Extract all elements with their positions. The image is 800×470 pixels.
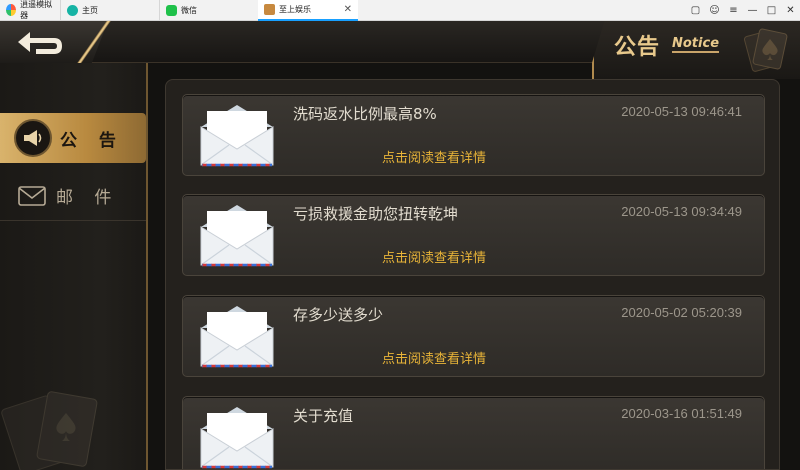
notice-title-en: Notice (672, 36, 720, 53)
read-details-link[interactable]: 点击阅读查看详情 (382, 147, 486, 166)
read-details-link[interactable]: 点击阅读查看详情 (382, 348, 486, 367)
announcement-timestamp: 2020-05-13 09:46:41 (621, 104, 742, 119)
tab-wechat[interactable]: 微信 (160, 0, 258, 21)
game-app-icon (264, 3, 275, 15)
announcement-item[interactable]: 亏损救援金助您扭转乾坤 2020-05-13 09:34:49 点击阅读查看详情 (182, 194, 765, 276)
account-icon[interactable]: ☺ (705, 0, 724, 21)
sidebar-item-mail[interactable]: 邮 件 (0, 171, 146, 221)
announcement-timestamp: 2020-03-16 01:51:49 (621, 406, 742, 421)
envelope-icon (200, 105, 274, 167)
emulator-titlebar: 逍遥模拟器 主页 微信 至上娱乐 ✕ ▢ ☺ ≡ — □ ✕ (0, 0, 800, 21)
sidebar-item-label: 公 告 (60, 130, 124, 151)
sidebar: 公 告 邮 件 (0, 63, 148, 470)
back-arrow-icon (18, 32, 62, 54)
notice-header-badge: 公告 Notice (592, 21, 800, 79)
tab-close-icon[interactable]: ✕ (344, 4, 352, 15)
sidebar-item-label: 邮 件 (56, 188, 120, 208)
envelope-icon (200, 205, 274, 267)
menu-icon[interactable]: ≡ (724, 0, 743, 21)
announcement-timestamp: 2020-05-13 09:34:49 (621, 204, 742, 219)
announcement-title: 洗码返水比例最高8% (293, 105, 437, 123)
home-icon (67, 4, 78, 16)
minimize-icon[interactable]: — (743, 0, 762, 21)
megaphone-icon (14, 119, 52, 157)
tab-game-label: 至上娱乐 (279, 4, 311, 14)
envelope-icon (18, 185, 46, 206)
announcement-title: 关于充值 (293, 407, 354, 425)
emulator-brand[interactable]: 逍遥模拟器 (0, 0, 60, 21)
playing-cards-decoration (1, 391, 98, 470)
wechat-icon (166, 4, 177, 16)
screenshot-icon[interactable]: ▢ (686, 0, 705, 21)
sidebar-item-announcement[interactable]: 公 告 (0, 113, 146, 163)
maximize-icon[interactable]: □ (762, 0, 781, 21)
notice-title-zh: 公告 (614, 35, 661, 60)
tab-game[interactable]: 至上娱乐 ✕ (258, 0, 358, 21)
announcement-title: 存多少送多少 (293, 306, 384, 324)
announcement-title: 亏损救援金助您扭转乾坤 (293, 205, 459, 223)
announcement-item[interactable]: 洗码返水比例最高8% 2020-05-13 09:46:41 点击阅读查看详情 (182, 94, 765, 176)
envelope-icon (200, 407, 274, 469)
close-window-icon[interactable]: ✕ (781, 0, 800, 21)
spade-card-icon (744, 28, 788, 72)
tab-wechat-label: 微信 (181, 5, 197, 15)
announcement-list: 洗码返水比例最高8% 2020-05-13 09:46:41 点击阅读查看详情 … (165, 79, 780, 470)
envelope-icon (200, 306, 274, 368)
announcement-item[interactable]: 关于充值 2020-03-16 01:51:49 (182, 396, 765, 469)
emulator-brand-label: 逍遥模拟器 (20, 0, 53, 20)
tab-home[interactable]: 主页 (61, 0, 159, 21)
announcement-item[interactable]: 存多少送多少 2020-05-02 05:20:39 点击阅读查看详情 (182, 295, 765, 377)
read-details-link[interactable]: 点击阅读查看详情 (382, 247, 486, 266)
tab-home-label: 主页 (82, 5, 98, 15)
game-screen: 公告 Notice 公 告 邮 件 洗码返水比例最高8% 2020-05-13 … (0, 21, 800, 470)
emulator-logo-icon (6, 4, 17, 16)
announcement-timestamp: 2020-05-02 05:20:39 (621, 305, 742, 320)
window-controls: ▢ ☺ ≡ — □ ✕ (686, 0, 800, 21)
